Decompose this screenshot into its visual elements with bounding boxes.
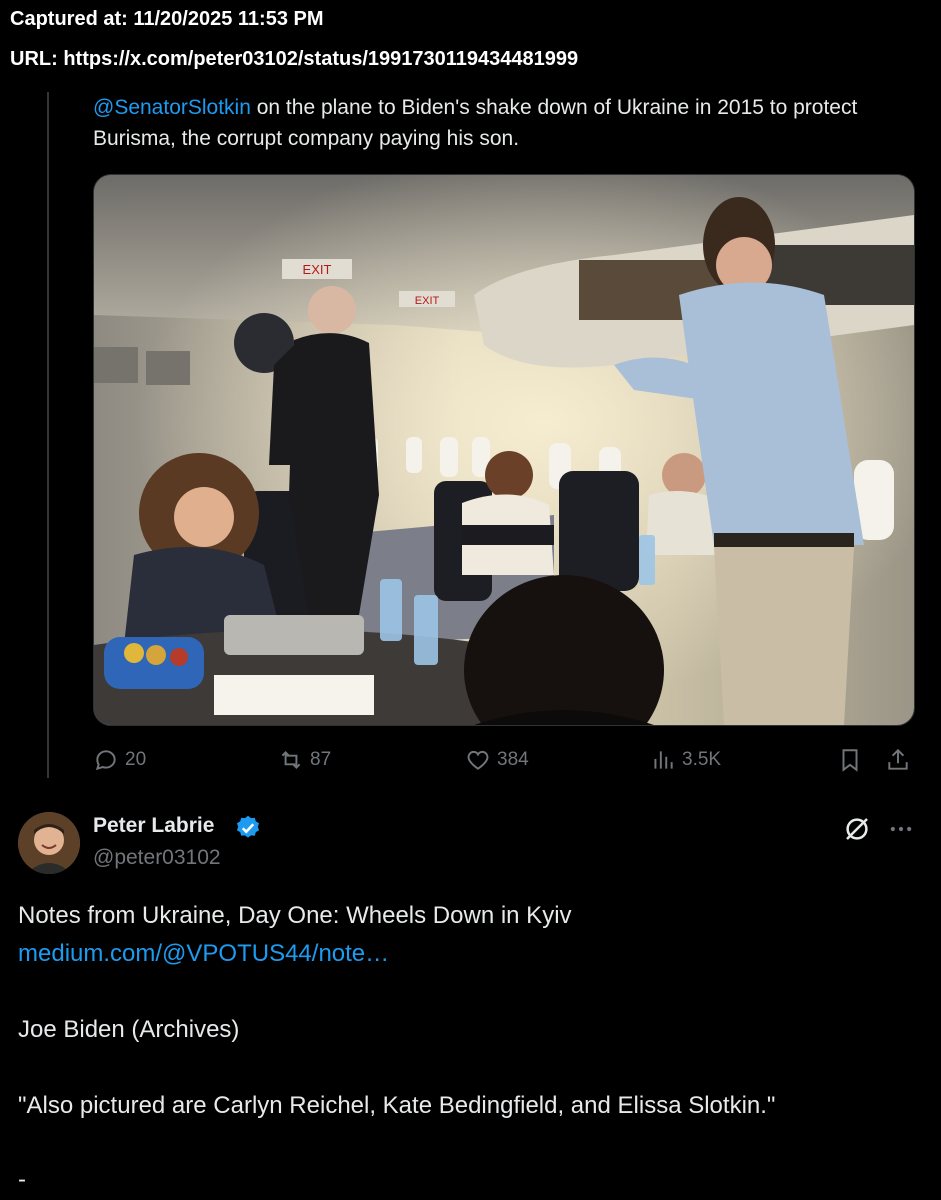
like-count: 384 (497, 749, 529, 770)
post-text-line: - (18, 1166, 26, 1193)
avatar[interactable] (18, 812, 80, 874)
like-icon (467, 750, 489, 770)
views-icon (654, 751, 673, 769)
parent-post-text: @SenatorSlotkin on the plane to Biden's … (93, 92, 913, 154)
views-count: 3.5K (682, 749, 722, 770)
avatar-photo (18, 812, 80, 874)
share-button[interactable] (885, 744, 917, 776)
airplane-cabin-photo: EXIT EXIT (94, 175, 914, 725)
author-name[interactable]: Peter Labrie (93, 814, 214, 838)
reply-count: 20 (125, 749, 147, 770)
post-text-line: Joe Biden (Archives) (18, 1016, 240, 1043)
mention-link[interactable]: @SenatorSlotkin (93, 96, 251, 119)
post-text-line: "Also pictured are Carlyn Reichel, Kate … (18, 1092, 776, 1119)
post-actions: 20 87 384 3.5K (93, 744, 913, 776)
post-text-line: Notes from Ukraine, Day One: Wheels Down… (18, 902, 572, 929)
capture-url: URL: https://x.com/peter03102/status/199… (10, 48, 579, 70)
bookmark-icon (842, 749, 858, 772)
post-image[interactable]: EXIT EXIT (93, 174, 915, 726)
grok-icon[interactable] (842, 814, 872, 844)
author-handle[interactable]: @peter03102 (93, 846, 221, 870)
share-icon (888, 748, 908, 770)
post-link[interactable]: medium.com/@VPOTUS44/note… (18, 940, 918, 968)
views-button[interactable]: 3.5K (650, 744, 721, 776)
exit-sign: EXIT (303, 262, 332, 277)
more-icon[interactable] (887, 815, 915, 843)
like-button[interactable]: 384 (465, 744, 529, 776)
reply-button[interactable]: 20 (93, 744, 146, 776)
capture-timestamp: Captured at: 11/20/2025 11:53 PM (10, 8, 324, 30)
repost-icon (281, 751, 301, 769)
exit-sign: EXIT (415, 295, 440, 307)
bookmark-button[interactable] (837, 744, 869, 776)
repost-button[interactable]: 87 (278, 744, 331, 776)
verified-badge-icon (236, 815, 260, 838)
repost-count: 87 (310, 749, 332, 770)
thread-connector-line (47, 92, 49, 778)
reply-icon (95, 750, 116, 771)
